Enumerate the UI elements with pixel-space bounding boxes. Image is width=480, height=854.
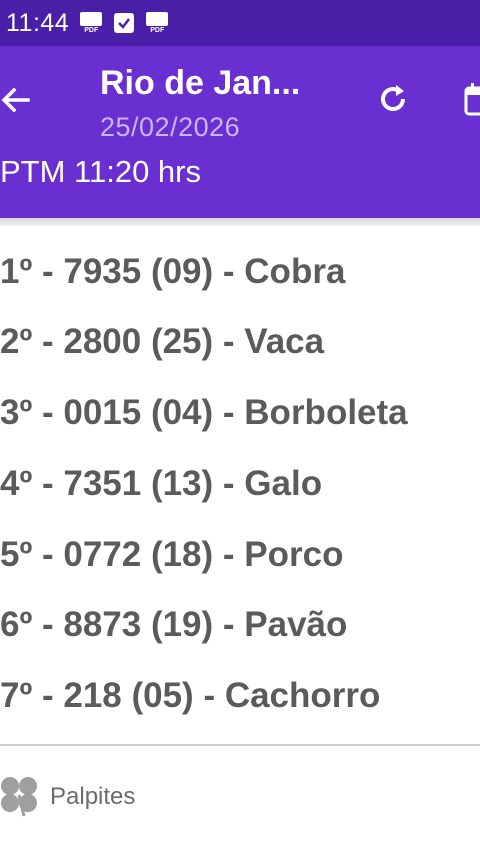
calendar-button[interactable]: [462, 78, 480, 120]
status-time: 11:44: [6, 8, 70, 37]
draw-time: PTM 11:20 hrs: [0, 154, 202, 189]
draw-date: 25/02/2026: [100, 112, 241, 142]
status-bar: 11:44 PDF PDF: [0, 0, 480, 46]
pdf-tag: PDF: [150, 26, 165, 34]
card-divider: [0, 744, 480, 746]
header-shadow: [0, 218, 480, 226]
result-row-5: 5º - 0772 (18) - Porco: [0, 535, 344, 574]
result-row-6: 6º - 8873 (19) - Pavão: [0, 605, 348, 644]
clover-icon: [1, 777, 37, 817]
result-row-3: 3º - 0015 (04) - Borboleta: [0, 393, 408, 432]
result-row-1: 1º - 7935 (09) - Cobra: [0, 252, 346, 291]
result-row-7: 7º - 218 (05) - Cachorro: [0, 676, 381, 715]
tips-button[interactable]: Palpites: [0, 748, 480, 844]
results-list: 1º - 7935 (09) - Cobra 2º - 2800 (25) - …: [0, 226, 480, 746]
back-button[interactable]: [0, 80, 36, 120]
refresh-icon: [381, 85, 405, 111]
back-arrow-icon: [1, 87, 30, 113]
app-bar: Rio de Jan... 25/02/2026 PTM 11:20 hrs: [0, 46, 480, 218]
pdf-tag: PDF: [84, 26, 99, 34]
calendar-icon: [464, 83, 480, 116]
result-row-4: 4º - 7351 (13) - Galo: [0, 464, 323, 503]
tips-label: Palpites: [50, 783, 136, 810]
page-title: Rio de Jan...: [100, 64, 301, 102]
refresh-button[interactable]: [372, 78, 414, 120]
result-row-2: 2º - 2800 (25) - Vaca: [0, 322, 325, 361]
checkbox-icon: [112, 10, 136, 36]
pdf-file-icon: PDF: [145, 10, 169, 36]
pdf-file-icon: PDF: [79, 10, 103, 36]
